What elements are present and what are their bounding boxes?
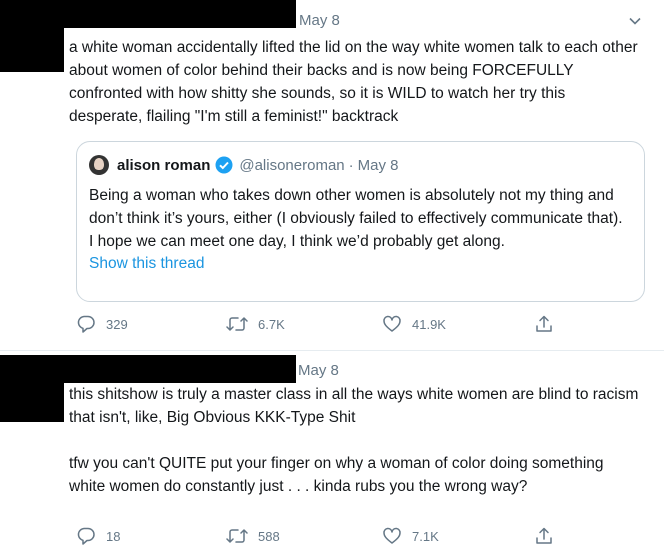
reply-icon — [77, 527, 95, 545]
redacted-avatar — [0, 355, 64, 422]
retweet-button[interactable]: 588 — [226, 526, 280, 546]
share-button[interactable] — [534, 526, 564, 546]
quoted-tweet-header: alison roman @alisoneroman · May 8 — [89, 155, 399, 175]
tweet-1[interactable]: May 8 a white woman accidentally lifted … — [0, 0, 664, 346]
redacted-avatar — [0, 0, 64, 72]
redacted-username — [64, 355, 296, 383]
tweet-actions: 329 6.7K 41.9K — [76, 314, 566, 336]
heart-icon — [383, 527, 401, 544]
tweet-text: this shitshow is truly a master class in… — [69, 386, 639, 495]
tweet-text: a white woman accidentally lifted the li… — [69, 39, 642, 125]
retweet-icon — [226, 529, 248, 543]
like-button[interactable]: 41.9K — [382, 314, 446, 334]
like-button[interactable]: 7.1K — [382, 526, 439, 546]
share-icon — [536, 527, 552, 544]
retweet-button[interactable]: 6.7K — [226, 314, 285, 334]
tweet-date[interactable]: May 8 — [298, 362, 339, 379]
reply-button[interactable]: 329 — [76, 314, 128, 334]
share-button[interactable] — [534, 314, 564, 334]
quoted-author-name[interactable]: alison roman — [117, 157, 210, 174]
quoted-tweet[interactable]: alison roman @alisoneroman · May 8 Being… — [76, 141, 645, 302]
verified-badge-icon — [215, 156, 233, 174]
tweet-2[interactable]: May 8 this shitshow is truly a master cl… — [0, 351, 664, 556]
share-icon — [536, 315, 552, 332]
redacted-username — [64, 0, 296, 28]
reply-count: 18 — [106, 528, 121, 544]
quoted-tweet-text: Being a woman who takes down other women… — [89, 187, 623, 250]
quoted-author-handle: @alisoneroman — [239, 156, 345, 174]
tweet-date[interactable]: May 8 — [299, 12, 340, 29]
avatar[interactable] — [89, 155, 109, 175]
reply-count: 329 — [106, 316, 128, 332]
like-count: 7.1K — [412, 528, 439, 544]
retweet-icon — [226, 317, 248, 331]
reply-button[interactable]: 18 — [76, 526, 120, 546]
retweet-count: 588 — [258, 528, 280, 544]
retweet-count: 6.7K — [258, 316, 285, 332]
tweet-actions: 18 588 7.1K — [76, 526, 566, 548]
chevron-down-icon[interactable] — [628, 14, 642, 28]
separator-dot: · — [348, 156, 354, 174]
like-count: 41.9K — [412, 316, 446, 332]
quoted-tweet-date[interactable]: May 8 — [358, 157, 399, 174]
reply-icon — [77, 315, 95, 333]
heart-icon — [383, 315, 401, 332]
show-thread-link[interactable]: Show this thread — [89, 255, 204, 273]
